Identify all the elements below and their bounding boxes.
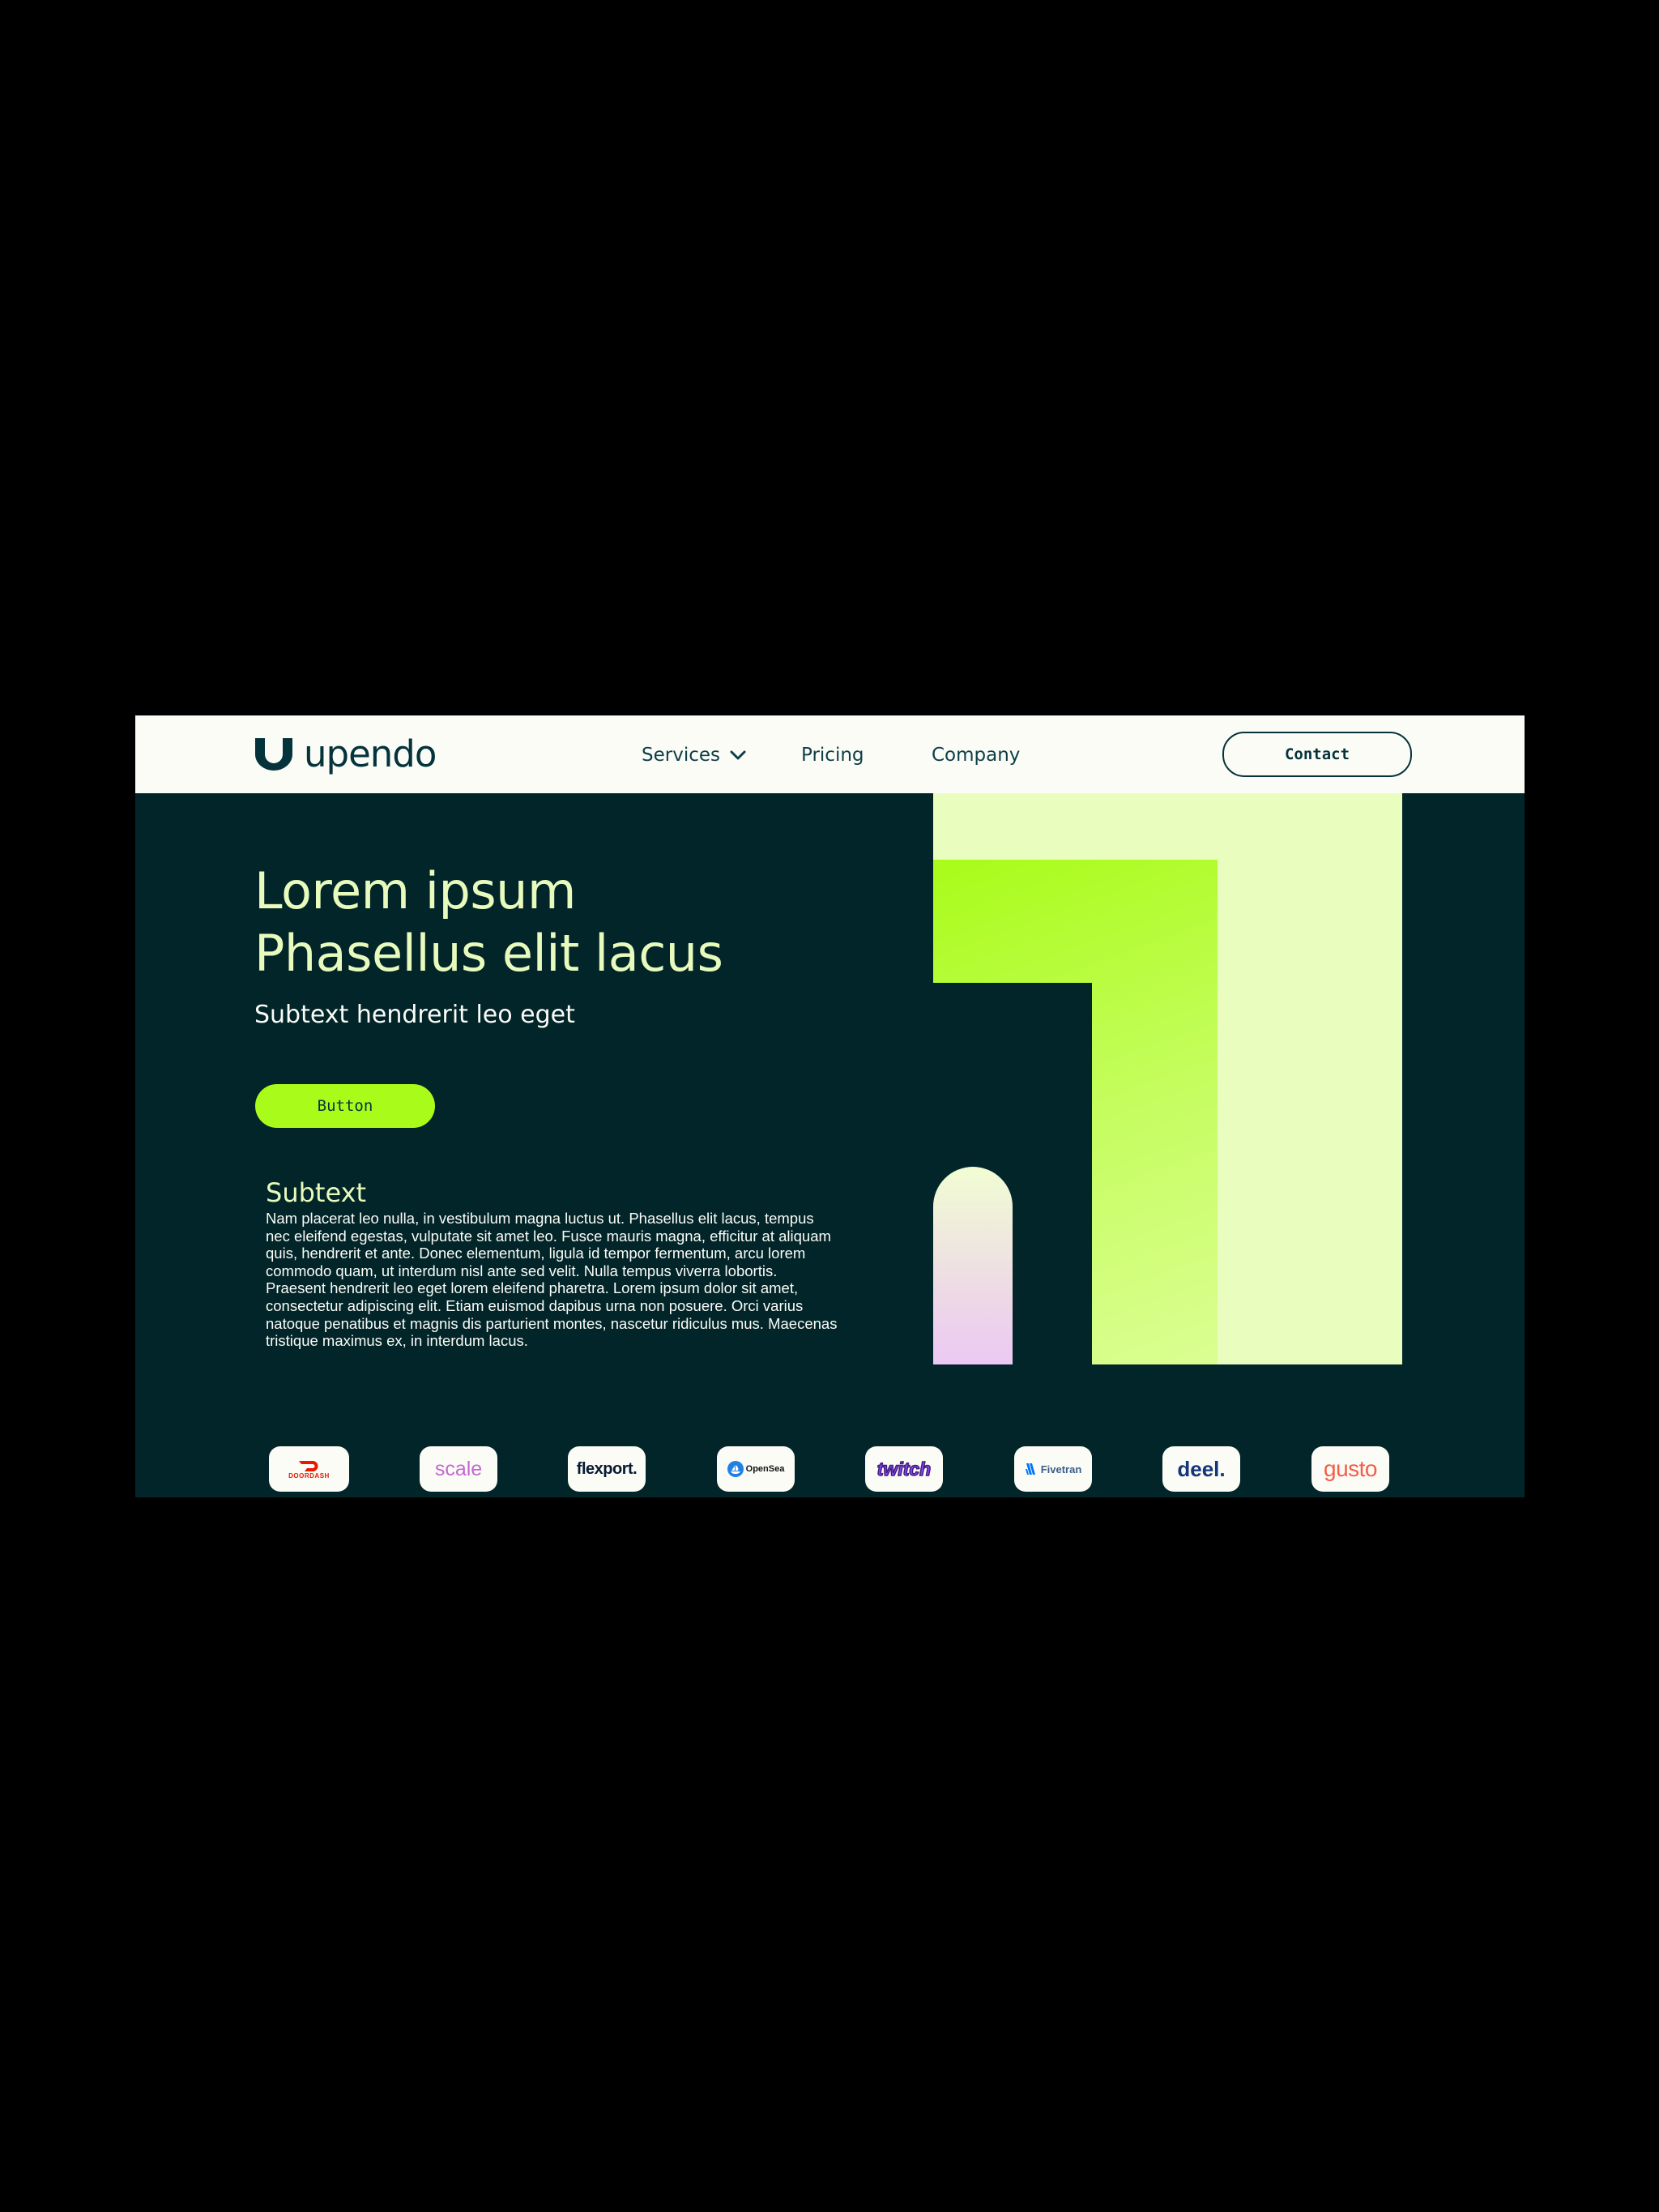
scale-wordmark: scale [434, 1457, 483, 1480]
section-body-text: Nam placerat leo nulla, in vestibulum ma… [266, 1210, 838, 1350]
deel-wordmark: deel. [1177, 1456, 1226, 1481]
hero-subtitle: Subtext hendrerit leo eget [254, 1001, 575, 1029]
nav-company[interactable]: Company [932, 743, 1020, 767]
nav-services-label: Services [642, 745, 720, 766]
client-logo-row: DOORDASH scale flexport. OpenSea twitch … [135, 1446, 1525, 1492]
doordash-dash-icon [299, 1460, 318, 1471]
gusto-wordmark: gusto [1324, 1456, 1378, 1481]
hero-title: Lorem ipsum Phasellus elit lacus [254, 860, 821, 984]
doordash-logo: DOORDASH [269, 1446, 349, 1492]
fivetran-wordmark: Fivetran [1040, 1463, 1082, 1475]
contact-button[interactable]: Contact [1222, 732, 1412, 777]
opensea-wordmark: OpenSea [745, 1464, 785, 1474]
upendo-logo-icon [255, 738, 292, 771]
flexport-wordmark: flexport. [576, 1459, 638, 1478]
brand-logo[interactable]: upendo [255, 732, 437, 775]
scale-logo: scale [420, 1446, 497, 1492]
doordash-wordmark: DOORDASH [288, 1471, 330, 1480]
section-subheading: Subtext [266, 1177, 367, 1208]
site-header: upendo Services Pricing Company Contact [135, 715, 1525, 793]
deel-logo: deel. [1162, 1446, 1240, 1492]
hero-title-line-2: Phasellus elit lacus [254, 924, 723, 983]
chevron-down-icon [730, 750, 746, 760]
fivetran-icon [1025, 1463, 1035, 1475]
nav-pricing[interactable]: Pricing [801, 743, 864, 767]
twitch-logo: twitch [865, 1446, 943, 1492]
flexport-logo: flexport. [568, 1446, 646, 1492]
opensea-icon [727, 1461, 744, 1477]
hero-cta-button[interactable]: Button [255, 1084, 435, 1128]
gusto-logo: gusto [1311, 1446, 1389, 1492]
landing-page: upendo Services Pricing Company Contact … [135, 715, 1525, 1497]
illustration-arch [933, 1167, 1013, 1364]
nav-services[interactable]: Services [642, 743, 746, 767]
hero-illustration [933, 793, 1402, 1364]
fivetran-logo: Fivetran [1014, 1446, 1092, 1492]
opensea-logo: OpenSea [717, 1446, 795, 1492]
hero-title-line-1: Lorem ipsum [254, 861, 576, 920]
brand-name: upendo [304, 732, 437, 775]
twitch-wordmark: twitch [876, 1458, 932, 1480]
